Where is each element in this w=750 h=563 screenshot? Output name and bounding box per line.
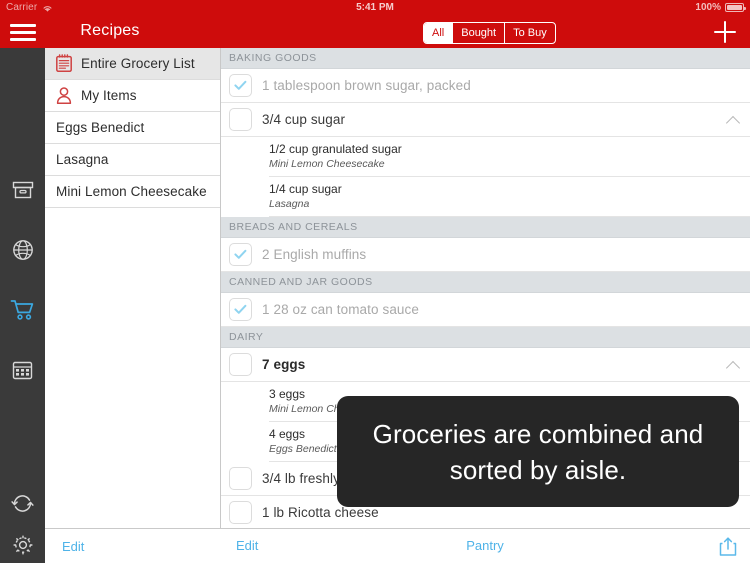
grocery-subitem-label: 1/4 cup sugar — [269, 182, 342, 196]
grocery-item-row[interactable]: 2 English muffins — [220, 238, 750, 272]
grocery-item-label: 1 lb Ricotta cheese — [262, 505, 379, 520]
checkbox-unchecked[interactable] — [229, 108, 252, 131]
sidebar-item-eggs-benedict[interactable]: Eggs Benedict — [45, 112, 220, 144]
coachmark-tooltip[interactable]: Groceries are combined and sorted by ais… — [337, 396, 739, 507]
chevron-up-icon[interactable] — [725, 360, 741, 375]
checkbox-unchecked[interactable] — [229, 467, 252, 490]
sync-icon[interactable] — [0, 488, 45, 518]
grocery-item-label: 3/4 cup sugar — [262, 112, 346, 127]
checkbox-unchecked[interactable] — [229, 353, 252, 376]
calendar-icon[interactable] — [0, 355, 45, 385]
sidebar-item-label: My Items — [81, 88, 137, 103]
section-header: BREADS AND CEREALS — [220, 217, 750, 238]
grocery-item-label: 7 eggs — [262, 357, 306, 372]
grocery-item-row[interactable]: 1 tablespoon brown sugar, packed — [220, 69, 750, 103]
section-header: DAIRY — [220, 327, 750, 348]
sidebar-footer: Edit — [45, 528, 220, 563]
sidebar-item-entire-grocery-list[interactable]: Entire Grocery List — [45, 48, 220, 80]
globe-icon[interactable] — [0, 235, 45, 265]
sidebar-edit-button[interactable]: Edit — [45, 539, 84, 554]
grocery-subitem-row[interactable]: 1/4 cup sugar Lasagna — [269, 177, 750, 217]
page-title: Recipes — [80, 22, 140, 39]
share-icon[interactable] — [718, 536, 738, 557]
grocery-subitem-source: Lasagna — [269, 198, 310, 210]
section-header: BAKING GOODS — [220, 48, 750, 69]
shopping-cart-icon[interactable] — [0, 295, 45, 325]
person-icon — [54, 86, 74, 106]
grocery-item-label: 1 28 oz can tomato sauce — [262, 302, 419, 317]
app-root: Carrier 5:41 PM 100% Recipes All Bought To… — [0, 0, 750, 563]
left-rail — [0, 48, 45, 563]
filter-segment-all[interactable]: All — [424, 23, 454, 43]
status-bar-time: 5:41 PM — [356, 2, 394, 13]
sidebar-item-mini-lemon-cheesecake[interactable]: Mini Lemon Cheesecake — [45, 176, 220, 208]
grocery-item-label: 2 English muffins — [262, 247, 367, 262]
grocery-subitem-row[interactable]: 1/2 cup granulated sugar Mini Lemon Chees… — [269, 137, 750, 177]
filter-segmented-control[interactable]: All Bought To Buy — [423, 22, 556, 44]
section-header: CANNED AND JAR GOODS — [220, 272, 750, 293]
status-bar-right: 100% — [695, 2, 746, 13]
gear-icon[interactable] — [0, 530, 45, 560]
sidebar-item-lasagna[interactable]: Lasagna — [45, 144, 220, 176]
coachmark-tooltip-text: Groceries are combined and sorted by ais… — [372, 418, 704, 485]
filter-segment-bought[interactable]: Bought — [453, 23, 506, 43]
recipes-sidebar: Entire Grocery List My Items Eggs Benedict… — [45, 48, 221, 563]
status-bar: Carrier 5:41 PM 100% — [0, 0, 750, 16]
checkbox-checked[interactable] — [229, 243, 252, 266]
filter-segment-to-buy[interactable]: To Buy — [505, 23, 555, 43]
grocery-item-row[interactable]: 3/4 cup sugar — [220, 103, 750, 137]
sidebar-item-label: Eggs Benedict — [56, 120, 145, 135]
sidebar-item-label: Lasagna — [56, 152, 109, 167]
grocery-item-row[interactable]: 1 28 oz can tomato sauce — [220, 293, 750, 327]
chevron-up-icon[interactable] — [725, 115, 741, 130]
grocery-list-footer: Edit Pantry — [220, 528, 750, 563]
checkbox-checked[interactable] — [229, 298, 252, 321]
checkbox-checked[interactable] — [229, 74, 252, 97]
grocery-item-label: 1 tablespoon brown sugar, packed — [262, 78, 471, 93]
checkbox-unchecked[interactable] — [229, 501, 252, 524]
sidebar-item-label: Mini Lemon Cheesecake — [56, 184, 207, 199]
grocery-subitem-label: 1/2 cup granulated sugar — [269, 142, 402, 156]
battery-full-icon — [725, 3, 746, 12]
navigation-bar: Recipes All Bought To Buy — [0, 16, 750, 48]
grocery-item-row[interactable]: 7 eggs — [220, 348, 750, 382]
sidebar-list: Entire Grocery List My Items Eggs Benedict… — [45, 48, 220, 208]
pantry-button[interactable]: Pantry — [220, 538, 750, 553]
notepad-icon — [54, 54, 74, 74]
box-icon[interactable] — [0, 175, 45, 205]
grocery-subitem-source: Mini Lemon Cheesecake — [269, 158, 385, 170]
plus-icon[interactable] — [714, 21, 736, 43]
sidebar-item-label: Entire Grocery List — [81, 56, 195, 71]
battery-percent-label: 100% — [695, 2, 721, 13]
sidebar-item-my-items[interactable]: My Items — [45, 80, 220, 112]
